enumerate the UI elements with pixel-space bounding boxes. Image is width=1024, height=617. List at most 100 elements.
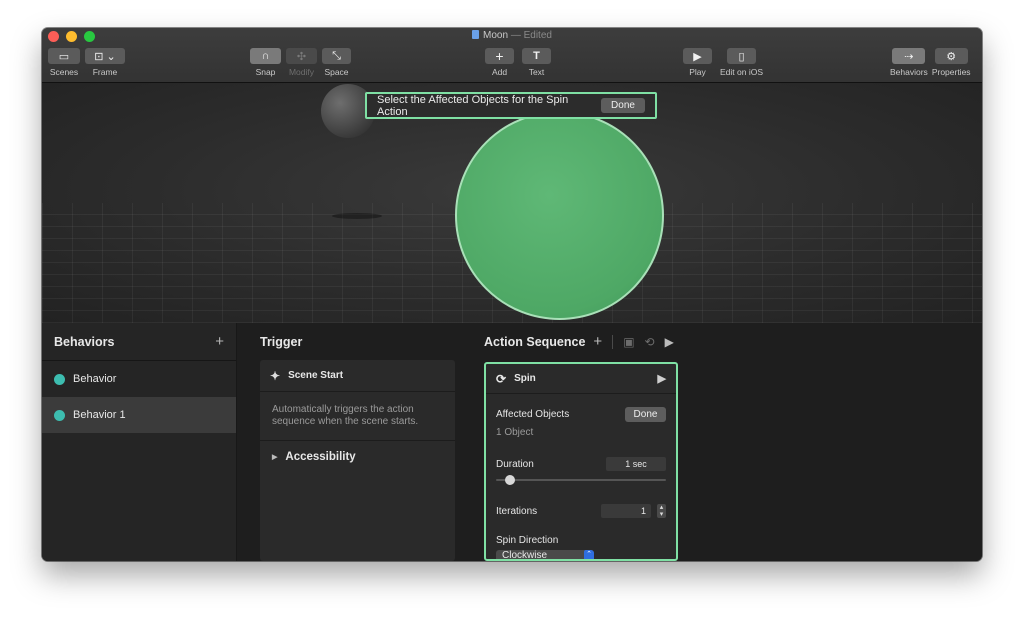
play-button[interactable]: ▶ Play	[683, 48, 712, 77]
object-shadow	[332, 213, 382, 219]
document-name: Moon	[483, 30, 509, 41]
add-behavior-button[interactable]: +	[215, 333, 224, 350]
trigger-card-title: Scene Start	[288, 370, 344, 381]
scenes-label: Scenes	[49, 67, 79, 77]
snap-button[interactable]: ∩ Snap	[250, 48, 281, 77]
spin-card-title: Spin	[514, 373, 536, 384]
tool-separator	[612, 334, 614, 349]
accessibility-disclosure[interactable]: ▶ Accessibility	[260, 441, 455, 473]
iterations-label: Iterations	[496, 505, 538, 517]
ios-device-icon: ▯	[727, 48, 756, 64]
chevron-updown-icon: ⌃	[584, 550, 594, 559]
duration-label: Duration	[496, 458, 534, 470]
text-icon: T	[522, 48, 551, 64]
duration-row: Duration 1 sec	[486, 457, 676, 471]
text-label: Text	[528, 67, 545, 77]
action-sequence-header: Action Sequence + ▣ ⟲ ▶	[484, 323, 784, 360]
loop-icon[interactable]: ⟲	[645, 335, 655, 349]
add-label: Add	[491, 67, 508, 77]
add-button[interactable]: + Add	[485, 48, 514, 77]
spin-direction-row: Clockwise ⌃	[486, 550, 676, 561]
toolbar-play: ▶ Play ▯ Edit on iOS	[683, 48, 763, 77]
affected-count: 1 Object	[496, 427, 534, 438]
trigger-card[interactable]: ✦ Scene Start Automatically triggers the…	[260, 360, 455, 561]
edit-on-ios-button[interactable]: ▯ Edit on iOS	[720, 48, 763, 77]
behaviors-label: Behaviors	[890, 67, 928, 77]
snap-label: Snap	[255, 67, 276, 77]
action-sequence-title: Action Sequence	[484, 334, 586, 349]
banner-done-button[interactable]: Done	[601, 98, 645, 113]
gear-icon: ⚙	[934, 48, 968, 64]
modify-icon: ✣	[286, 48, 317, 64]
play-sequence-icon[interactable]: ▶	[665, 335, 674, 349]
affected-done-button[interactable]: Done	[625, 407, 666, 422]
iterations-field[interactable]: 1	[601, 504, 651, 518]
behaviors-title: Behaviors	[54, 334, 115, 349]
edit-on-ios-label: Edit on iOS	[720, 67, 763, 77]
add-action-button[interactable]: +	[593, 333, 602, 350]
stack-icon[interactable]: ▣	[623, 335, 634, 349]
scene-viewport[interactable]: Select the Affected Objects for the Spin…	[42, 83, 982, 323]
play-action-icon[interactable]: ▶	[658, 372, 666, 385]
trigger-description: Automatically triggers the action sequen…	[260, 392, 455, 441]
properties-button[interactable]: ⚙ Properties	[932, 48, 971, 77]
selected-sphere-object[interactable]	[455, 111, 664, 320]
action-sequence-column: Action Sequence + ▣ ⟲ ▶ ⟳ Spin ▶ Affecte…	[484, 323, 784, 561]
trigger-title: Trigger	[260, 334, 303, 349]
edited-indicator: — Edited	[508, 30, 552, 41]
behavior-color-dot	[54, 373, 65, 385]
selection-banner: Select the Affected Objects for the Spin…	[365, 92, 657, 119]
scenes-icon: ▭	[48, 48, 80, 64]
modify-button[interactable]: ✣ Modify	[286, 48, 317, 77]
behavior-label: Behavior	[73, 373, 117, 385]
action-sequence-tools: + ▣ ⟲ ▶	[593, 333, 673, 350]
slider-track	[496, 479, 666, 481]
duration-field[interactable]: 1 sec	[606, 457, 666, 471]
titlebar: Moon — Edited ▭ Scenes ⊡ ⌄ Frame ∩ Snap …	[42, 28, 982, 83]
behavior-color-dot	[54, 409, 65, 421]
accessibility-label: Accessibility	[285, 451, 356, 463]
behaviors-button[interactable]: ⇢ Behaviors	[890, 48, 928, 77]
spin-direction-value: Clockwise	[502, 550, 548, 561]
toolbar-transform: ∩ Snap ✣ Modify ⤡ Space	[250, 48, 351, 77]
spin-card-header: ⟳ Spin ▶	[486, 364, 676, 394]
space-button[interactable]: ⤡ Space	[322, 48, 351, 77]
behaviors-sidebar: Behaviors + Behavior Behavior 1	[42, 323, 237, 561]
behavior-list-item-selected[interactable]: Behavior 1	[42, 397, 236, 433]
spin-direction-select[interactable]: Clockwise ⌃	[496, 550, 594, 561]
spin-direction-label: Spin Direction	[496, 535, 559, 546]
selection-instruction: Select the Affected Objects for the Spin…	[377, 93, 569, 118]
frame-button[interactable]: ⊡ ⌄ Frame	[85, 48, 125, 77]
scenes-button[interactable]: ▭ Scenes	[48, 48, 80, 77]
disclosure-triangle-icon: ▶	[272, 454, 278, 461]
behavior-label: Behavior 1	[73, 409, 126, 421]
behavior-list-item[interactable]: Behavior	[42, 361, 236, 397]
toolbar-left: ▭ Scenes ⊡ ⌄ Frame	[48, 48, 125, 77]
iterations-stepper[interactable]: ▴ ▾	[657, 504, 666, 518]
play-icon: ▶	[683, 48, 712, 64]
spin-icon: ⟳	[496, 371, 507, 386]
properties-label: Properties	[931, 67, 971, 77]
space-label: Space	[324, 67, 349, 77]
toolbar-right: ⇢ Behaviors ⚙ Properties	[890, 48, 971, 77]
window-title: Moon — Edited	[42, 30, 982, 41]
frame-icon: ⊡ ⌄	[85, 48, 125, 64]
trigger-column: Trigger ✦ Scene Start Automatically trig…	[260, 323, 455, 561]
trigger-card-header: ✦ Scene Start	[260, 360, 455, 392]
magnet-icon: ∩	[250, 48, 281, 64]
behaviors-header: Behaviors +	[42, 323, 236, 361]
frame-label: Frame	[92, 67, 118, 77]
slider-knob[interactable]	[504, 475, 515, 485]
plus-icon: +	[485, 48, 514, 64]
duration-slider[interactable]	[496, 475, 666, 485]
modify-label: Modify	[288, 67, 315, 77]
document-icon	[472, 30, 480, 39]
spin-action-card[interactable]: ⟳ Spin ▶ Affected Objects Done 1 Object …	[484, 362, 678, 561]
app-window: Moon — Edited ▭ Scenes ⊡ ⌄ Frame ∩ Snap …	[42, 28, 982, 561]
behaviors-editor: Behaviors + Behavior Behavior 1 Trigger …	[42, 323, 982, 561]
affected-objects-label: Affected Objects	[496, 409, 570, 420]
play-label: Play	[689, 67, 706, 77]
toolbar-insert: + Add T Text	[485, 48, 551, 77]
behaviors-icon: ⇢	[892, 48, 926, 64]
text-button[interactable]: T Text	[522, 48, 551, 77]
